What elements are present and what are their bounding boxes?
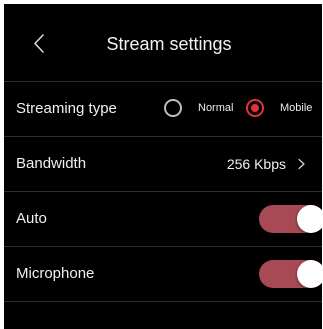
microphone-toggle-knob (297, 260, 322, 288)
streaming-type-label: Streaming type (16, 100, 117, 117)
auto-row: Auto (4, 192, 322, 247)
chevron-right-icon (296, 157, 308, 171)
header-bar: Stream settings (4, 4, 322, 82)
radio-mobile[interactable]: Mobile (246, 82, 322, 136)
radio-normal[interactable]: Normal (164, 82, 234, 136)
streaming-type-row: Streaming type Normal Mobile (4, 82, 322, 137)
stream-settings-screen: Stream settings Streaming type Normal Mo… (4, 4, 322, 329)
microphone-toggle[interactable] (259, 260, 322, 288)
radio-mobile-dot (251, 104, 259, 112)
auto-toggle[interactable] (259, 205, 322, 233)
auto-label: Auto (16, 210, 47, 227)
auto-toggle-knob (297, 205, 322, 233)
bandwidth-row[interactable]: Bandwidth 256 Kbps (4, 137, 322, 192)
microphone-label: Microphone (16, 265, 95, 282)
radio-normal-label: Normal (198, 102, 234, 114)
bandwidth-label: Bandwidth (16, 155, 87, 172)
radio-normal-circle (164, 99, 182, 117)
microphone-row: Microphone (4, 247, 322, 302)
radio-mobile-circle (246, 99, 264, 117)
page-title: Stream settings (106, 34, 232, 54)
bandwidth-value: 256 Kbps (226, 156, 286, 172)
radio-mobile-label: Mobile (280, 102, 313, 114)
